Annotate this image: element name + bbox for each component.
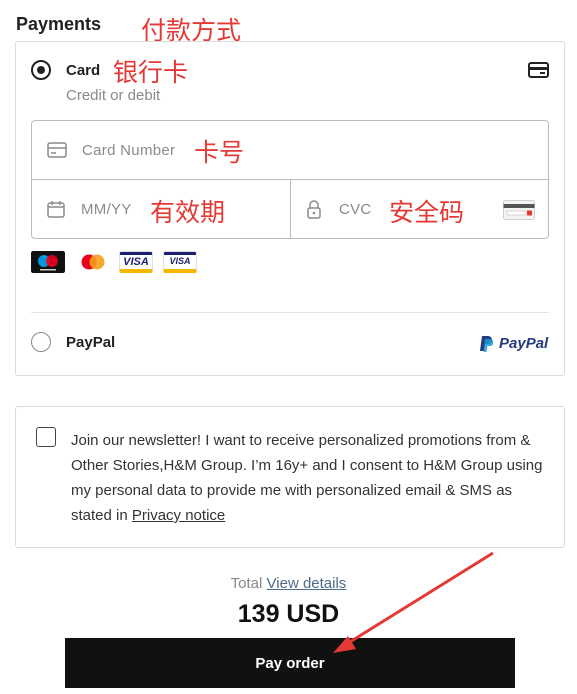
view-details-link[interactable]: View details [267, 575, 347, 592]
card-number-field[interactable]: Card Number [31, 120, 549, 180]
total-line: Total View details [0, 575, 577, 592]
visa-text: VISA [123, 256, 149, 268]
card-label: Card [66, 62, 101, 79]
annotation-card-number: 卡号 [194, 138, 245, 167]
privacy-notice-link[interactable]: Privacy notice [132, 507, 225, 524]
visa-electron-text: VISA [169, 256, 191, 266]
card-sublabel: Credit or debit [66, 87, 161, 104]
total-amount: 139 USD [237, 600, 340, 628]
paypal-icon [480, 336, 493, 352]
annotation-expiry: 有效期 [150, 198, 226, 227]
card-back-cvc-icon [503, 200, 535, 220]
visa-icon: VISA [119, 251, 153, 273]
lock-icon [307, 200, 321, 219]
cvc-placeholder: CVC [339, 201, 372, 218]
paypal-label: PayPal [66, 334, 116, 351]
payments-title: Payments [16, 14, 102, 34]
mastercard-icon [76, 251, 110, 273]
newsletter-text: Join our newsletter! I want to receive p… [71, 428, 549, 528]
card-radio[interactable] [31, 60, 51, 80]
maestro-icon [31, 251, 65, 273]
paypal-logo-text: PayPal [499, 335, 549, 352]
pay-order-button[interactable]: Pay order [65, 638, 515, 688]
annotation-payment-method: 付款方式 [141, 16, 242, 45]
credit-card-icon [528, 62, 549, 78]
visa-electron-icon: VISA [163, 251, 197, 273]
card-number-placeholder: Card Number [82, 142, 176, 159]
calendar-icon [47, 201, 65, 218]
annotation-security-code: 安全码 [389, 198, 465, 227]
expiry-placeholder: MM/YY [81, 201, 132, 218]
card-number-icon [47, 142, 67, 158]
paypal-radio[interactable] [31, 332, 51, 352]
total-label: Total [230, 575, 263, 592]
annotation-bank-card: 银行卡 [113, 58, 189, 87]
newsletter-checkbox[interactable] [36, 427, 56, 447]
divider [31, 312, 549, 313]
